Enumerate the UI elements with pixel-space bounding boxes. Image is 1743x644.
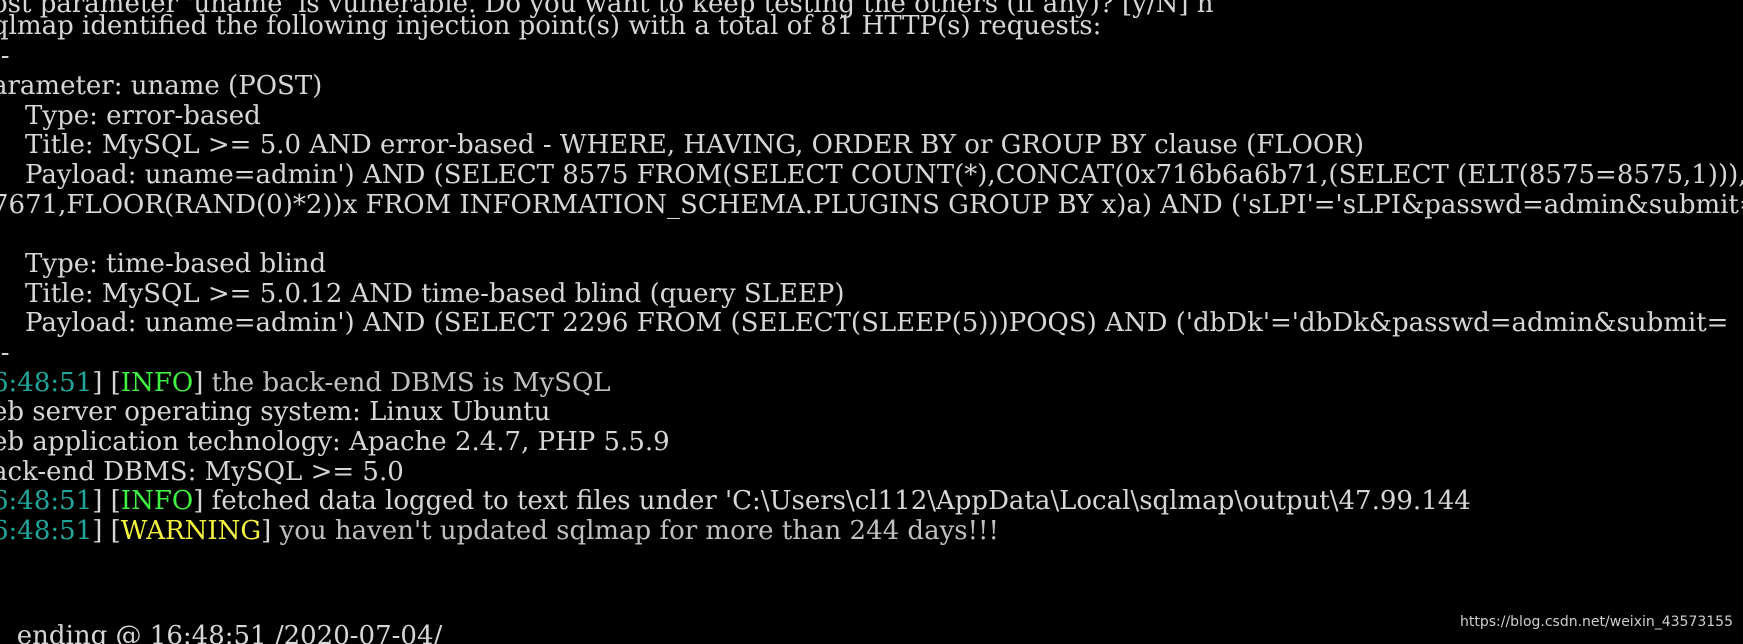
terminal-line: eb application technology: Apache 2.4.7,… [0, 427, 670, 457]
terminal-line: Payload: uname=admin') AND (SELECT 2296 … [0, 308, 1729, 338]
log-message: fetched data logged to text files under … [211, 486, 1471, 516]
terminal-line: arameter: uname (POST) [0, 71, 323, 101]
log-timestamp: 6:48:51 [0, 486, 93, 516]
terminal-line: eb server operating system: Linux Ubuntu [0, 397, 551, 427]
terminal-line: 7671,FLOOR(RAND(0)*2))x FROM INFORMATION… [0, 190, 1743, 220]
log-level-info: INFO [120, 486, 194, 516]
terminal-window[interactable]: ost parameter 'uname' is vulnerable. Do … [0, 0, 1743, 644]
terminal-line: Type: time-based blind [0, 249, 327, 279]
log-line-info: 6:48:51] [INFO] fetched data logged to t… [0, 485, 1471, 518]
watermark: https://blog.csdn.net/weixin_43573155 [1459, 614, 1733, 630]
log-message: the back-end DBMS is MySQL [211, 368, 611, 398]
log-line-warning: 6:48:51] [WARNING] you haven't updated s… [0, 515, 999, 548]
terminal-line: -- [0, 338, 10, 368]
terminal-line: qlmap identified the following injection… [0, 11, 1102, 41]
log-timestamp: 6:48:51 [0, 516, 93, 546]
terminal-line: -- [0, 41, 10, 71]
terminal-line: Payload: uname=admin') AND (SELECT 8575 … [0, 160, 1743, 190]
log-timestamp: 6:48:51 [0, 368, 93, 398]
log-message: you haven't updated sqlmap for more than… [279, 516, 999, 546]
log-level-warning: WARNING [120, 516, 262, 546]
log-level-info: INFO [120, 368, 194, 398]
terminal-line: Title: MySQL >= 5.0 AND error-based - WH… [0, 130, 1364, 160]
terminal-line: ending @ 16:48:51 /2020-07-04/ [0, 621, 443, 644]
